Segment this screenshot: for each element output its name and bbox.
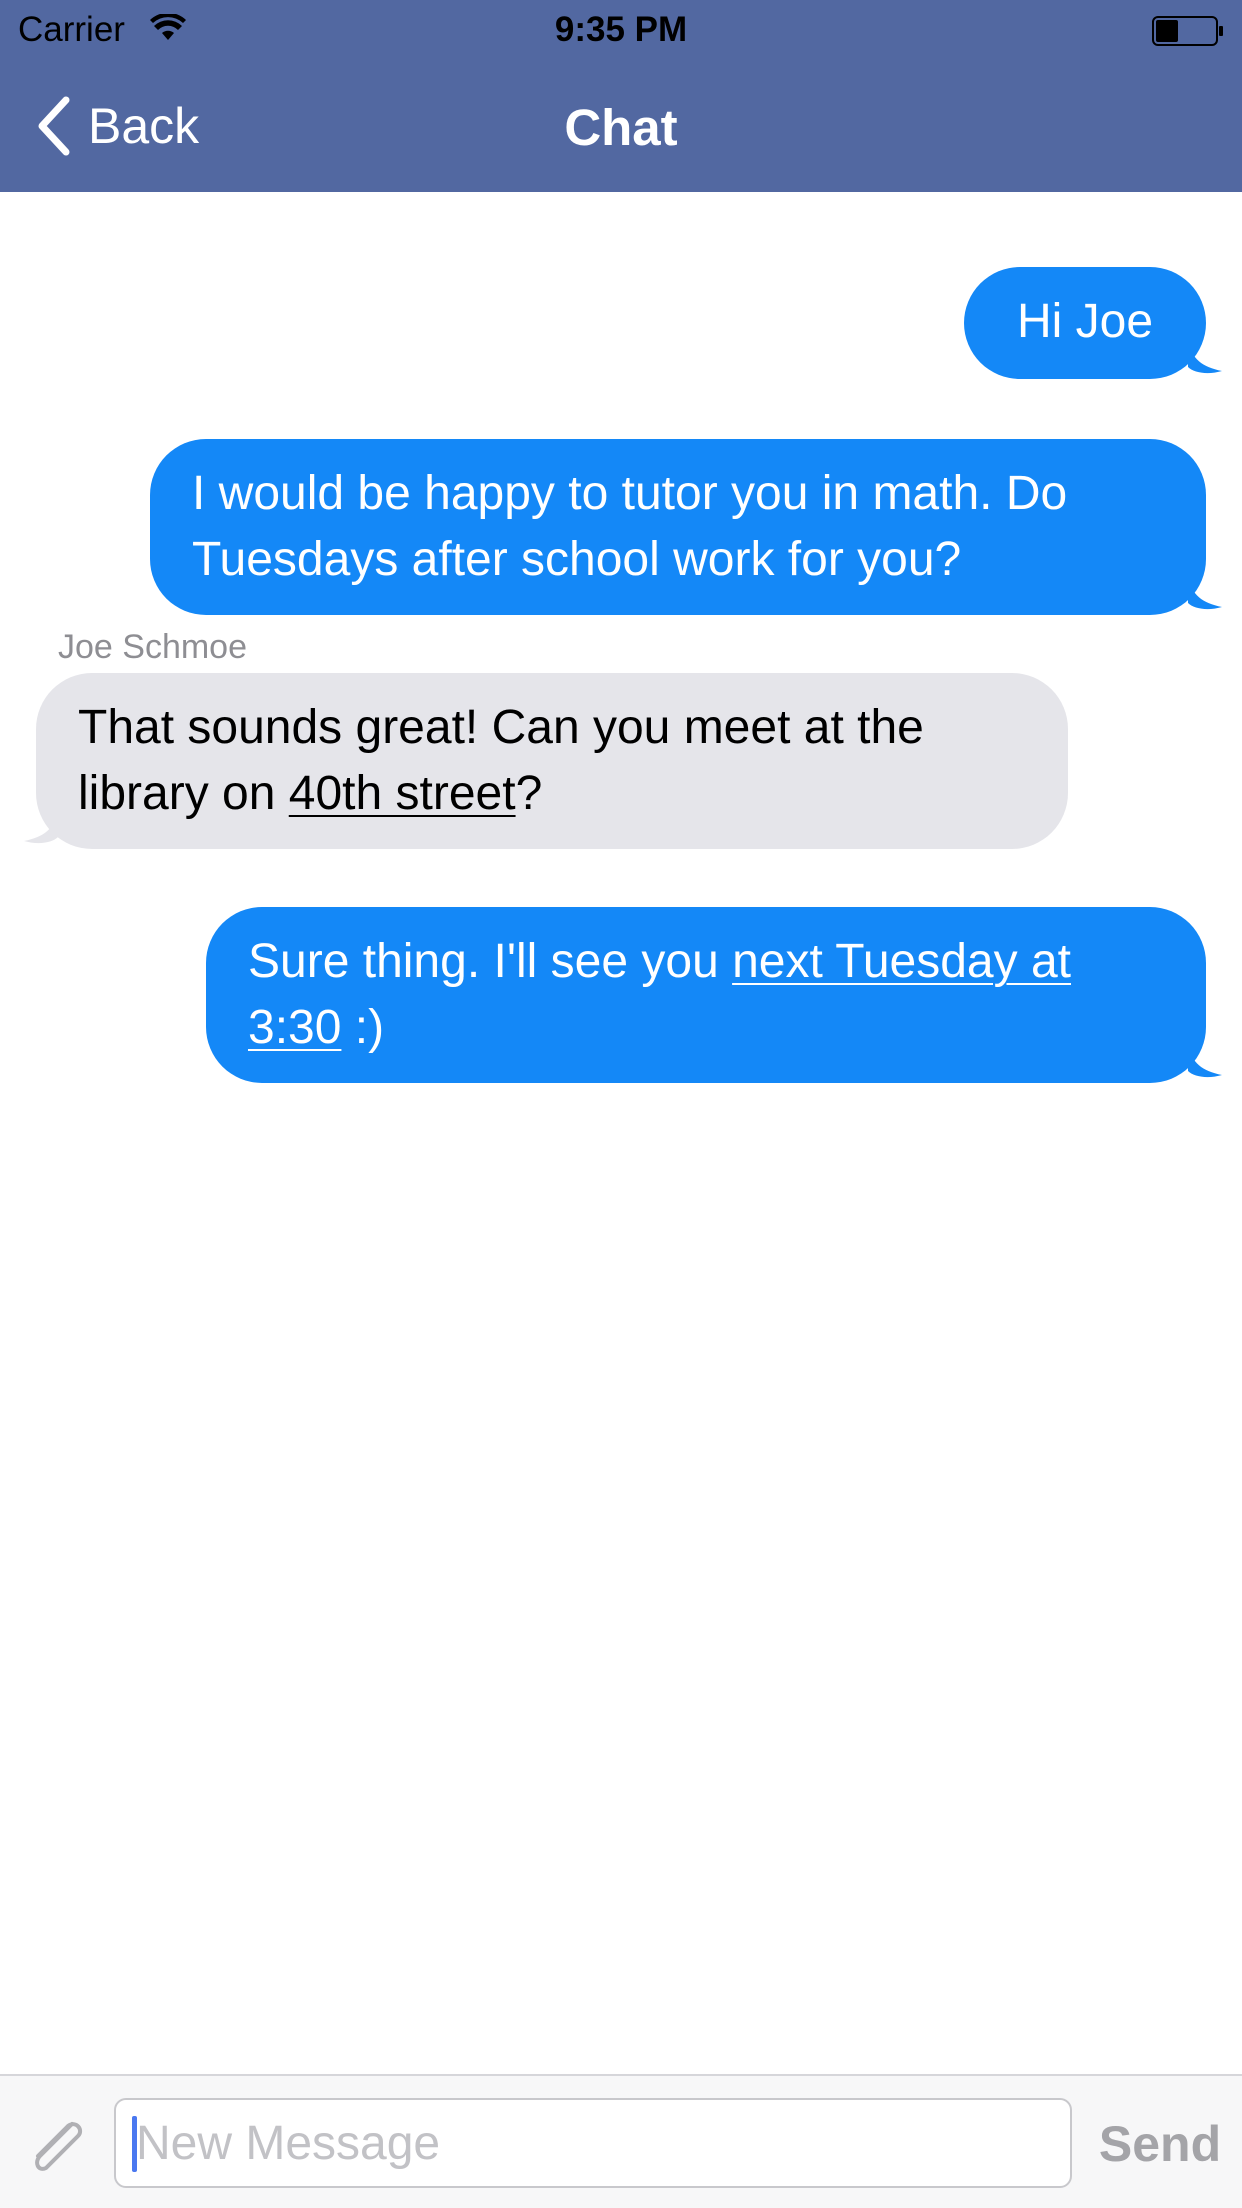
text-cursor — [132, 2116, 137, 2172]
send-button[interactable]: Send — [1090, 2102, 1230, 2186]
message-text: ? — [515, 767, 543, 820]
page-title: Chat — [564, 99, 678, 156]
message-list[interactable]: Hi Joe I would be happy to tutor you in … — [0, 192, 1242, 2074]
bubble-tail — [24, 811, 58, 844]
message-text: I would be happy to tutor you in math. D… — [192, 467, 1068, 586]
bubble-tail — [1188, 577, 1222, 610]
header: Carrier 9:35 PM Back Chat — [0, 0, 1242, 192]
message-bubble-outgoing: Hi Joe — [964, 267, 1206, 379]
paperclip-icon[interactable] — [20, 2110, 94, 2184]
battery-icon — [1152, 16, 1223, 46]
message-bubble-outgoing: Sure thing. I'll see you next Tuesday at… — [206, 907, 1206, 1083]
message-text: Hi Joe — [1016, 295, 1154, 348]
bubble-tail — [1188, 1045, 1222, 1078]
composer-bar: Send — [0, 2074, 1242, 2208]
message-text: :) — [341, 1001, 385, 1054]
bubble-tail — [1188, 341, 1222, 374]
message-text: Sure thing. I'll see you — [248, 935, 733, 988]
address-link[interactable]: 40th street — [289, 767, 516, 820]
message-bubble-outgoing: I would be happy to tutor you in math. D… — [150, 439, 1206, 615]
chat-screen: Carrier 9:35 PM Back Chat Hi Joe I would… — [0, 0, 1242, 2208]
message-input[interactable] — [114, 2098, 1072, 2188]
message-bubble-incoming: That sounds great! Can you meet at the l… — [36, 673, 1068, 849]
status-time: 9:35 PM — [554, 10, 688, 49]
sender-name: Joe Schmoe — [58, 628, 247, 666]
